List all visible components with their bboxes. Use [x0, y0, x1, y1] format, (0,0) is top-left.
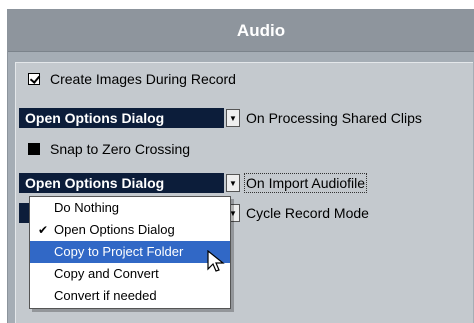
- snap-zero-label: Snap to Zero Crossing: [50, 141, 191, 157]
- snap-zero-row: Snap to Zero Crossing: [16, 141, 190, 157]
- menu-item-copy-to-project-folder[interactable]: Copy to Project Folder: [30, 241, 230, 263]
- import-audio-dropdown[interactable]: Open Options Dialog ▼: [19, 173, 240, 193]
- cycle-record-label: Cycle Record Mode: [246, 205, 369, 221]
- snap-zero-checkbox[interactable]: [28, 143, 40, 155]
- chevron-down-icon[interactable]: ▼: [226, 109, 240, 127]
- menu-item-label: Convert if needed: [54, 288, 157, 303]
- processing-shared-row: Open Options Dialog ▼ On Processing Shar…: [16, 108, 422, 128]
- menu-item-open-options-dialog[interactable]: ✔ Open Options Dialog: [30, 219, 230, 241]
- menu-item-convert-if-needed[interactable]: Convert if needed: [30, 285, 230, 307]
- import-audio-value: Open Options Dialog: [19, 173, 224, 193]
- menu-item-copy-and-convert[interactable]: Copy and Convert: [30, 263, 230, 285]
- panel-title: Audio: [236, 20, 286, 40]
- menu-item-label: Open Options Dialog: [54, 222, 175, 237]
- import-audio-label: On Import Audiofile: [243, 173, 368, 193]
- window: Audio Create Images During Record Open O…: [0, 0, 474, 323]
- processing-shared-dropdown[interactable]: Open Options Dialog ▼: [19, 108, 240, 128]
- import-options-popup-menu: Do Nothing ✔ Open Options Dialog Copy to…: [29, 196, 231, 309]
- menu-item-label: Copy to Project Folder: [54, 244, 184, 259]
- menu-item-label: Copy and Convert: [54, 266, 159, 281]
- import-audio-row: Open Options Dialog ▼ On Import Audiofil…: [16, 173, 368, 193]
- create-images-label: Create Images During Record: [50, 71, 236, 87]
- checkmark-icon: ✔: [38, 223, 49, 237]
- chevron-down-icon[interactable]: ▼: [226, 174, 240, 192]
- processing-shared-label: On Processing Shared Clips: [246, 110, 422, 126]
- create-images-row: Create Images During Record: [16, 71, 236, 87]
- processing-shared-value: Open Options Dialog: [19, 108, 224, 128]
- menu-item-label: Do Nothing: [54, 200, 120, 215]
- menu-item-do-nothing[interactable]: Do Nothing: [30, 197, 230, 219]
- create-images-checkbox[interactable]: [28, 73, 40, 85]
- panel-header: Audio: [8, 10, 474, 52]
- mouse-pointer-icon: [207, 250, 225, 272]
